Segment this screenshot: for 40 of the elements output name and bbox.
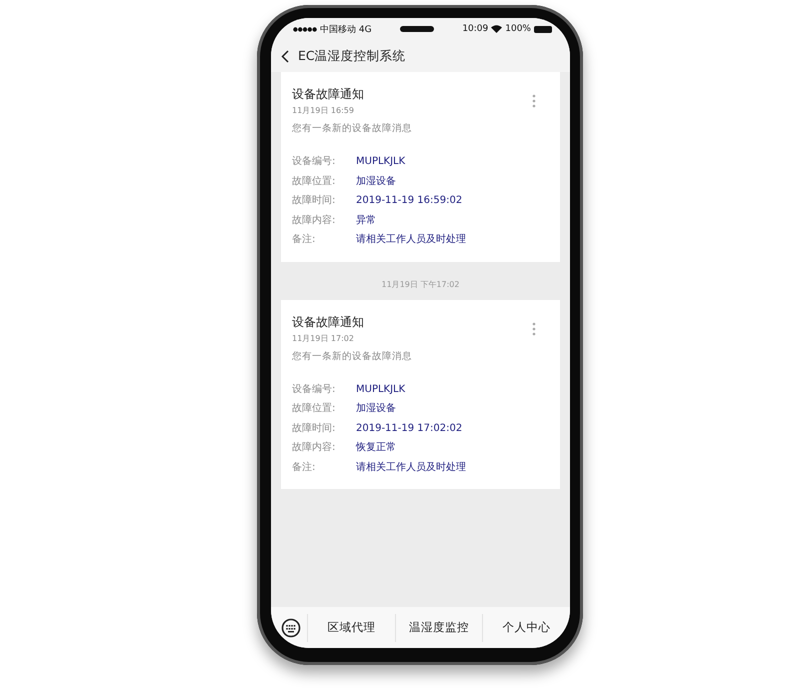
field-label: 故障时间: — [292, 422, 336, 436]
field-label: 故障位置: — [292, 174, 336, 188]
wifi-icon — [491, 25, 502, 33]
nav-tab[interactable]: 温湿度监控 — [394, 614, 482, 642]
field-value: 请相关工作人员及时处理 — [356, 460, 467, 474]
field-label: 故障内容: — [292, 441, 336, 455]
back-icon[interactable] — [281, 50, 289, 62]
message-title: 设备故障通知 — [292, 86, 364, 103]
field-value: MUPLKJLK — [356, 155, 406, 169]
field-value: 异常 — [356, 214, 377, 228]
field-label: 故障内容: — [292, 214, 336, 228]
speaker-notch — [400, 26, 434, 32]
field-value: 请相关工作人员及时处理 — [356, 233, 467, 247]
field-value: 2019-11-19 16:59:02 — [356, 194, 464, 208]
clock-text: 10:09 — [462, 24, 488, 34]
field-label: 故障时间: — [292, 194, 336, 208]
message-date: 11月19日 16:59 — [292, 105, 355, 116]
field-value: 2019-11-19 17:02:02 — [356, 422, 464, 436]
field-value: 加湿设备 — [356, 174, 397, 188]
battery-icon — [534, 26, 552, 32]
page-title: EC温湿度控制系统 — [298, 48, 406, 64]
field-label: 备注: — [292, 460, 316, 474]
field-label: 设备编号: — [292, 382, 336, 396]
field-label: 故障位置: — [292, 402, 336, 416]
message-title: 设备故障通知 — [292, 314, 364, 330]
timestamp-text: 11月19日 下午17:02 — [380, 278, 460, 290]
carrier-text: 中国移动 4G — [320, 24, 372, 36]
message-summary: 您有一条新的设备故障消息 — [292, 122, 413, 135]
signal-icon — [293, 26, 317, 32]
field-value: MUPLKJLK — [356, 382, 406, 396]
message-summary: 您有一条新的设备故障消息 — [292, 350, 413, 362]
keyboard-icon[interactable] — [281, 618, 301, 638]
message-date: 11月19日 17:02 — [292, 332, 355, 344]
battery-text: 100% — [505, 24, 531, 34]
field-label: 备注: — [292, 233, 316, 247]
nav-tab[interactable]: 区域代理 — [307, 614, 395, 642]
field-value: 恢复正常 — [356, 441, 397, 455]
field-label: 设备编号: — [292, 155, 336, 169]
nav-tab[interactable]: 个人中心 — [482, 614, 570, 642]
field-value: 加湿设备 — [356, 402, 397, 416]
